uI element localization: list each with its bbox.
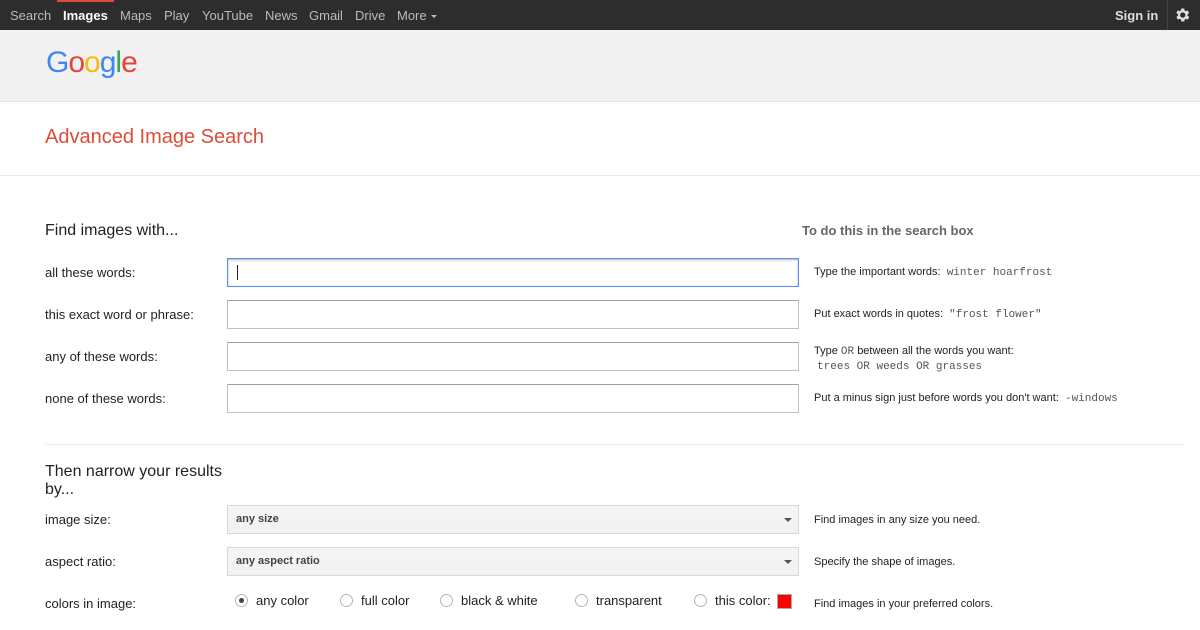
exact-phrase-label: this exact word or phrase:: [45, 307, 194, 322]
colors-hint: Find images in your preferred colors.: [814, 598, 994, 610]
nav-drive[interactable]: Drive: [355, 0, 385, 30]
exact-phrase-input[interactable]: [227, 300, 799, 329]
nav-images[interactable]: Images: [63, 0, 108, 30]
google-logo[interactable]: Google: [46, 46, 138, 80]
top-navigation-bar: Search Images Maps Play YouTube News Gma…: [0, 0, 1200, 30]
radio-button[interactable]: [340, 594, 353, 607]
chevron-down-icon: [430, 15, 437, 18]
all-words-hint: Type the important words: winter hoarfro…: [814, 266, 1052, 279]
none-words-input[interactable]: [227, 384, 799, 413]
hint-text: Type the important words:: [814, 266, 941, 278]
nav-gmail[interactable]: Gmail: [309, 0, 343, 30]
radio-label: transparent: [596, 593, 662, 608]
all-words-input[interactable]: [227, 258, 799, 287]
search-box-heading: To do this in the search box: [802, 223, 974, 238]
radio-label: black & white: [461, 593, 538, 608]
nav-search[interactable]: Search: [10, 0, 51, 30]
radio-button[interactable]: [575, 594, 588, 607]
radio-label: this color:: [715, 593, 771, 608]
hint-example: winter hoarfrost: [946, 267, 1053, 279]
colors-label: colors in image:: [45, 596, 137, 611]
any-words-input[interactable]: [227, 342, 799, 371]
nav-play[interactable]: Play: [164, 0, 189, 30]
find-images-heading: Find images with...: [45, 222, 179, 239]
nav-more-label: More: [397, 8, 427, 23]
image-size-select[interactable]: any size: [227, 505, 799, 534]
any-words-hint: Type OR between all the words you want: …: [814, 344, 1014, 374]
dropdown-arrow-icon: [784, 518, 792, 522]
color-swatch[interactable]: [777, 594, 792, 609]
title-divider: [0, 175, 1200, 176]
any-words-label: any of these words:: [45, 349, 158, 364]
radio-label: full color: [361, 593, 410, 608]
exact-phrase-hint: Put exact words in quotes: "frost flower…: [814, 308, 1042, 321]
hint-text: Put a minus sign just before words you d…: [814, 392, 1059, 404]
aspect-ratio-hint: Specify the shape of images.: [814, 556, 956, 568]
section-divider: [45, 444, 1185, 445]
page-header: Google: [0, 30, 1200, 102]
aspect-ratio-label: aspect ratio:: [45, 554, 116, 569]
hint-example: "frost flower": [949, 309, 1042, 321]
nav-youtube[interactable]: YouTube: [202, 0, 253, 30]
narrow-results-heading: Then narrow your results by...: [45, 463, 222, 498]
hint-or: OR: [840, 346, 855, 358]
dropdown-arrow-icon: [784, 560, 792, 564]
logo-letter: G: [46, 46, 69, 79]
sign-in-link[interactable]: Sign in: [1115, 0, 1158, 30]
aspect-ratio-select[interactable]: any aspect ratio: [227, 547, 799, 576]
logo-letter: e: [121, 46, 138, 79]
nav-more[interactable]: More: [397, 0, 437, 30]
page-title: Advanced Image Search: [45, 126, 265, 148]
hint-text: Put exact words in quotes:: [814, 308, 944, 320]
hint-text: Type: [814, 345, 838, 357]
nav-maps[interactable]: Maps: [120, 0, 152, 30]
text-cursor: [237, 265, 238, 280]
nav-news[interactable]: News: [265, 0, 298, 30]
image-size-label: image size:: [45, 512, 111, 527]
radio-button[interactable]: [694, 594, 707, 607]
none-words-hint: Put a minus sign just before words you d…: [814, 392, 1118, 405]
logo-letter: o: [84, 46, 101, 79]
radio-button[interactable]: [440, 594, 453, 607]
image-size-value: any size: [236, 513, 279, 525]
gear-icon: [1176, 8, 1190, 22]
aspect-ratio-value: any aspect ratio: [236, 555, 320, 567]
logo-letter: o: [68, 46, 85, 79]
radio-label: any color: [256, 593, 309, 608]
hint-example: trees OR weeds OR grasses: [817, 361, 983, 373]
image-size-hint: Find images in any size you need.: [814, 514, 981, 526]
logo-letter: g: [99, 46, 117, 79]
none-words-label: none of these words:: [45, 391, 166, 406]
hint-example: -windows: [1064, 393, 1118, 405]
radio-button-checked[interactable]: [235, 594, 248, 607]
hint-text-2: between all the words you want:: [857, 345, 1014, 357]
all-words-label: all these words:: [45, 265, 136, 280]
settings-button[interactable]: [1167, 0, 1195, 30]
